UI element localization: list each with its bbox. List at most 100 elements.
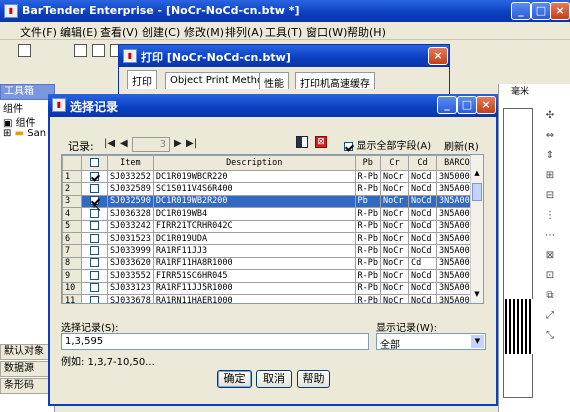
select-all-checkbox[interactable] — [89, 158, 99, 167]
table-row[interactable]: 3 SJ032590 DC1R019WB2R200 Pb NoCr NoCd 3N5A000… — [62, 194, 483, 209]
row-checkbox[interactable] — [80, 219, 108, 233]
row-checkbox[interactable] — [80, 256, 108, 271]
refresh-button[interactable]: 刷新(R) — [444, 138, 479, 153]
show-records-select[interactable]: 全部 ▼ — [376, 333, 486, 351]
show-all-fields-check[interactable] — [344, 141, 353, 151]
record-checkbox[interactable] — [89, 283, 99, 293]
tool-icon-4[interactable]: ⊞ — [540, 170, 560, 184]
ok-button[interactable]: 确定 — [217, 370, 252, 388]
next-record-icon[interactable]: ▶ — [174, 138, 182, 149]
cell-description: SC1S011V4S6R400 — [152, 182, 356, 196]
chevron-down-icon[interactable]: ▼ — [471, 335, 484, 348]
expand-icon[interactable]: ⊞ — [3, 128, 11, 139]
record-checkbox[interactable] — [89, 184, 99, 194]
tool-icon-5[interactable]: ⊟ — [540, 190, 560, 204]
tree-item-san[interactable]: ⊞ ▬ San — [3, 128, 46, 139]
close-button[interactable]: × — [550, 2, 570, 20]
tool-icon-11[interactable]: ⤢ — [540, 310, 560, 324]
last-record-icon[interactable]: ▶| — [186, 138, 197, 149]
default-objects-tab[interactable]: 默认对象 — [0, 344, 55, 360]
table-row[interactable]: 10 SJ033123 RA1RF11JJ5R1000 R-Pb NoCr NoCd 3N5… — [62, 281, 483, 295]
menu-window[interactable]: 窗口(W) — [306, 24, 347, 40]
show-all-fields-checkbox[interactable]: 显示全部字段(A) — [344, 137, 431, 152]
menu-view[interactable]: 查看(V) — [100, 24, 138, 40]
components-node[interactable]: ▣ 组件 — [3, 114, 36, 129]
record-checkbox[interactable] — [89, 171, 99, 181]
barcodes-tab[interactable]: 条形码 — [0, 378, 55, 394]
record-checkbox[interactable] — [89, 221, 99, 231]
tab-printer-cache[interactable]: 打印机高速缓存 — [295, 72, 375, 90]
first-record-icon[interactable]: |◀ — [104, 138, 115, 149]
menu-modify[interactable]: 修改(M) — [184, 24, 224, 40]
table-row[interactable]: 6 SJ031523 DC1R019UDA R-Pb NoCr NoCd 3N5A0008 — [62, 231, 483, 246]
tool-icon-8[interactable]: ⊠ — [540, 250, 560, 264]
column-cd[interactable]: Cd — [408, 155, 437, 171]
print-icon[interactable] — [74, 44, 87, 57]
dialog-title: 选择记录 — [70, 100, 119, 114]
tool-icon-12[interactable]: ⤡ — [540, 330, 560, 344]
tool-icon-7[interactable]: ⋯ — [540, 230, 560, 244]
database-icon[interactable] — [92, 44, 105, 57]
row-checkbox[interactable] — [80, 281, 108, 295]
record-checkbox[interactable] — [89, 295, 99, 303]
menu-file[interactable]: 文件(F) — [20, 24, 57, 40]
help-button[interactable]: 帮助 — [297, 370, 330, 388]
row-checkbox[interactable] — [80, 182, 108, 196]
print-close-button[interactable]: × — [428, 47, 448, 65]
row-checkbox[interactable] — [80, 169, 108, 184]
scroll-thumb[interactable] — [472, 183, 482, 201]
tool-icon-3[interactable]: ⇕ — [540, 150, 560, 164]
dialog-minimize-button[interactable]: _ — [437, 96, 457, 114]
table-row[interactable]: 11 SJ033678 RA1RN11HAER1000 R-Pb NoCr NoCd 3N5… — [62, 293, 483, 303]
row-checkbox[interactable] — [80, 269, 108, 283]
tool-icon-6[interactable]: ⋮ — [540, 210, 560, 224]
scroll-up-icon[interactable]: ▲ — [471, 169, 483, 181]
table-row[interactable]: 1 SJ033252 DC1R019WBCR220 R-Pb NoCr NoCd 3N500… — [62, 169, 483, 184]
select-records-input[interactable]: 1,3,595 — [61, 333, 369, 350]
cancel-button[interactable]: 取消 — [256, 370, 292, 388]
tool-icon-2[interactable]: ⇔ — [540, 130, 560, 144]
table-row[interactable]: 2 SJ032589 SC1S011V4S6R400 R-Pb NoCr NoCd 3N5A… — [62, 182, 483, 196]
menu-help[interactable]: 帮助(H) — [347, 24, 386, 40]
row-checkbox[interactable] — [80, 293, 108, 303]
dialog-maximize-button[interactable]: □ — [457, 96, 477, 114]
prev-record-icon[interactable]: ◀ — [120, 138, 128, 149]
tool-icon-1[interactable]: ✣ — [540, 110, 560, 124]
menu-tools[interactable]: 工具(T) — [265, 24, 302, 40]
record-number-field[interactable]: 3 — [132, 137, 170, 152]
tool-icon-10[interactable]: ⧉ — [540, 290, 560, 304]
select-column-header[interactable] — [80, 155, 108, 171]
column-pb[interactable]: Pb — [354, 155, 382, 171]
table-row[interactable]: 7 SJ033999 RA1RF11JJ3 R-Pb NoCr NoCd 3N5A0008 — [62, 244, 483, 258]
record-checkbox[interactable] — [89, 233, 99, 243]
record-checkbox[interactable] — [89, 258, 99, 268]
data-sources-tab[interactable]: 数据源 — [0, 361, 55, 377]
column-cr[interactable]: Cr — [380, 155, 410, 171]
clear-selection-icon[interactable]: ⊠ — [315, 136, 327, 148]
grid-scrollbar[interactable]: ▲ ▼ — [470, 155, 483, 303]
cell-cr: NoCr — [380, 169, 410, 184]
layout-icon[interactable] — [296, 136, 308, 148]
table-row[interactable]: 8 SJ033620 RA1RF11HA8R1000 R-Pb NoCr Cd 3N5A00… — [62, 256, 483, 271]
tab-print[interactable]: 打印 — [127, 70, 157, 89]
column-description[interactable]: Description — [152, 155, 356, 171]
table-row[interactable]: 5 SJ033242 FIRR21TCRHR042C R-Pb NoCr NoCd 3N5A… — [62, 219, 483, 233]
tool-icon-9[interactable]: ⊡ — [540, 270, 560, 284]
menu-arrange[interactable]: 排列(A) — [225, 24, 263, 40]
row-checkbox[interactable] — [80, 231, 108, 246]
column-item[interactable]: Item — [106, 155, 154, 171]
maximize-button[interactable]: □ — [531, 2, 551, 20]
record-checkbox[interactable] — [89, 246, 99, 256]
minimize-button[interactable]: _ — [511, 2, 531, 20]
tab-performance[interactable]: 性能 — [259, 72, 289, 90]
cell-pb: R-Pb — [354, 169, 382, 184]
menu-edit[interactable]: 编辑(E) — [60, 24, 98, 40]
menu-create[interactable]: 创建(C) — [142, 24, 180, 40]
new-icon[interactable] — [18, 44, 31, 57]
row-checkbox[interactable] — [80, 244, 108, 258]
dialog-close-button[interactable]: × — [476, 96, 496, 114]
record-checkbox[interactable] — [89, 270, 99, 280]
table-row[interactable]: 4 SJ036328 DC1R019WB4 R-Pb NoCr NoCd 3N5A0008 — [62, 207, 483, 221]
scroll-down-icon[interactable]: ▼ — [471, 290, 483, 302]
table-row[interactable]: 9 SJ033552 FIRR51SC6HR045 R-Pb NoCr NoCd 3N5A0… — [62, 269, 483, 283]
